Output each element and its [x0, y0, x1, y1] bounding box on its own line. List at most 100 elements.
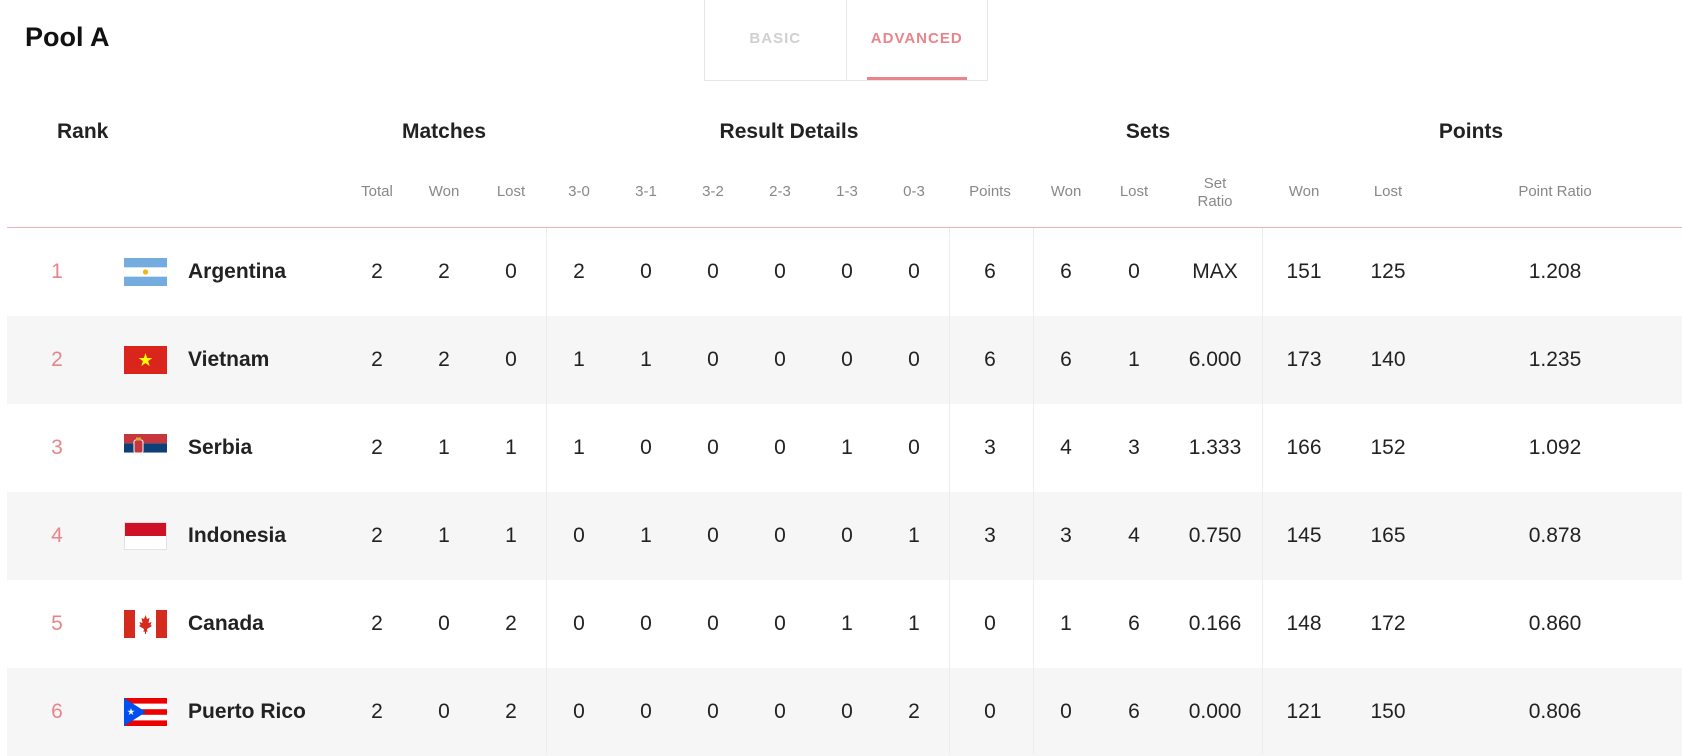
cell-r32: 0	[707, 436, 719, 459]
country-name[interactable]: Puerto Rico	[188, 700, 306, 724]
table-row[interactable]: 6 Puerto Rico 2 0 2 0 0 0 0 0 2 0 0 6 0.000 121 150 0.806	[7, 668, 1682, 756]
rank-number: 2	[51, 348, 63, 371]
sub-header-total: Total	[361, 183, 393, 200]
cell-r30: 0	[573, 700, 585, 723]
cell-r30: 1	[573, 348, 585, 371]
indonesia-flag-icon	[124, 522, 167, 550]
cell-r13: 0	[841, 700, 853, 723]
cell-total: 2	[371, 348, 383, 371]
cell-point-ratio: 0.878	[1528, 524, 1582, 547]
cell-set-ratio: 6.000	[1188, 348, 1242, 371]
cell-r31: 0	[640, 612, 652, 635]
sub-header-3-1: 3-1	[635, 183, 657, 200]
argentina-flag-icon	[124, 258, 167, 286]
cell-points-won: 145	[1286, 524, 1322, 547]
cell-points-won: 148	[1286, 612, 1322, 635]
cell-r31: 0	[640, 700, 652, 723]
country-name[interactable]: Indonesia	[188, 524, 286, 548]
cell-points-won: 121	[1286, 700, 1322, 723]
table-row[interactable]: 3 Serbia 2 1 1 1 0 0 0 1 0 3 4 3 1.333 166 152 1.092	[7, 404, 1682, 492]
cell-point-ratio: 1.235	[1528, 348, 1582, 371]
header-rank: Rank	[57, 120, 109, 143]
cell-total: 2	[371, 700, 383, 723]
serbia-flag-icon	[124, 434, 167, 462]
cell-sets-lost: 1	[1128, 348, 1140, 371]
cell-point-ratio: 0.860	[1528, 612, 1582, 635]
table-row[interactable]: 2 Vietnam 2 2 0 1 1 0 0 0 0 6 6 1 6.000 173 140 1.235	[7, 316, 1682, 404]
cell-sets-won: 6	[1060, 348, 1072, 371]
cell-r03: 0	[908, 436, 920, 459]
tab-advanced[interactable]: ADVANCED	[845, 0, 988, 80]
cell-r03: 2	[908, 700, 920, 723]
cell-r32: 0	[707, 260, 719, 283]
cell-r23: 0	[774, 612, 786, 635]
cell-points-lost: 140	[1370, 348, 1406, 371]
cell-point-ratio: 0.806	[1528, 700, 1582, 723]
country-name[interactable]: Serbia	[188, 436, 252, 460]
sub-header-point-ratio: Point Ratio	[1518, 183, 1592, 200]
cell-sets-won: 1	[1060, 612, 1072, 635]
tab-basic[interactable]: BASIC	[705, 0, 846, 80]
cell-won: 1	[438, 436, 450, 459]
cell-lost: 2	[505, 612, 517, 635]
cell-points: 3	[984, 524, 996, 547]
cell-points-lost: 165	[1370, 524, 1406, 547]
cell-r13: 0	[841, 260, 853, 283]
cell-r31: 1	[640, 348, 652, 371]
header-points: Points	[1438, 120, 1504, 143]
sub-header-lost: Lost	[496, 183, 526, 200]
cell-points-won: 173	[1286, 348, 1322, 371]
cell-won: 2	[438, 348, 450, 371]
cell-r13: 1	[841, 436, 853, 459]
cell-points-lost: 152	[1370, 436, 1406, 459]
sub-header-points-lost: Lost	[1373, 183, 1403, 200]
cell-total: 2	[371, 436, 383, 459]
cell-r13: 0	[841, 524, 853, 547]
cell-sets-won: 6	[1060, 260, 1072, 283]
country-name[interactable]: Argentina	[188, 260, 286, 284]
table-row[interactable]: 1 Argentina 2 2 0 2 0 0 0 0 0 6 6 0 MAX 151 125 1.208	[7, 228, 1682, 316]
cell-sets-won: 4	[1060, 436, 1072, 459]
cell-points: 6	[984, 348, 996, 371]
cell-set-ratio: MAX	[1192, 260, 1238, 283]
column-divider	[949, 228, 950, 754]
sub-header-2-3: 2-3	[769, 183, 791, 200]
cell-points: 0	[984, 612, 996, 635]
rank-number: 1	[51, 260, 63, 283]
sub-header-0-3: 0-3	[903, 183, 925, 200]
sub-header-sets-won: Won	[1050, 183, 1082, 200]
cell-r03: 1	[908, 524, 920, 547]
cell-lost: 0	[505, 348, 517, 371]
sub-header-points-won: Won	[1288, 183, 1320, 200]
cell-lost: 1	[505, 524, 517, 547]
cell-sets-lost: 6	[1128, 700, 1140, 723]
table-row[interactable]: 5 Canada 2 0 2 0 0 0 0 1 1 0 1 6 0.166 148 172 0.860	[7, 580, 1682, 668]
cell-set-ratio: 0.166	[1188, 612, 1242, 635]
sub-header-1-3: 1-3	[836, 183, 858, 200]
country-name[interactable]: Canada	[188, 612, 264, 636]
cell-points: 6	[984, 260, 996, 283]
cell-sets-lost: 3	[1128, 436, 1140, 459]
country-name[interactable]: Vietnam	[188, 348, 269, 372]
pool-title: Pool A	[25, 22, 110, 52]
cell-sets-lost: 0	[1128, 260, 1140, 283]
cell-won: 2	[438, 260, 450, 283]
cell-sets-lost: 6	[1128, 612, 1140, 635]
cell-r32: 0	[707, 348, 719, 371]
cell-points-lost: 150	[1370, 700, 1406, 723]
cell-points-won: 151	[1286, 260, 1322, 283]
column-divider	[1262, 228, 1263, 754]
table-row[interactable]: 4 Indonesia 2 1 1 0 1 0 0 0 1 3 3 4 0.750 145 165 0.878	[7, 492, 1682, 580]
cell-r30: 0	[573, 612, 585, 635]
canada-flag-icon	[124, 610, 167, 638]
cell-r13: 0	[841, 348, 853, 371]
sub-header-won: Won	[428, 183, 460, 200]
cell-points: 0	[984, 700, 996, 723]
cell-set-ratio: 0.750	[1188, 524, 1242, 547]
cell-r23: 0	[774, 260, 786, 283]
cell-lost: 1	[505, 436, 517, 459]
cell-r31: 0	[640, 436, 652, 459]
cell-sets-lost: 4	[1128, 524, 1140, 547]
cell-set-ratio: 0.000	[1188, 700, 1242, 723]
cell-r30: 1	[573, 436, 585, 459]
